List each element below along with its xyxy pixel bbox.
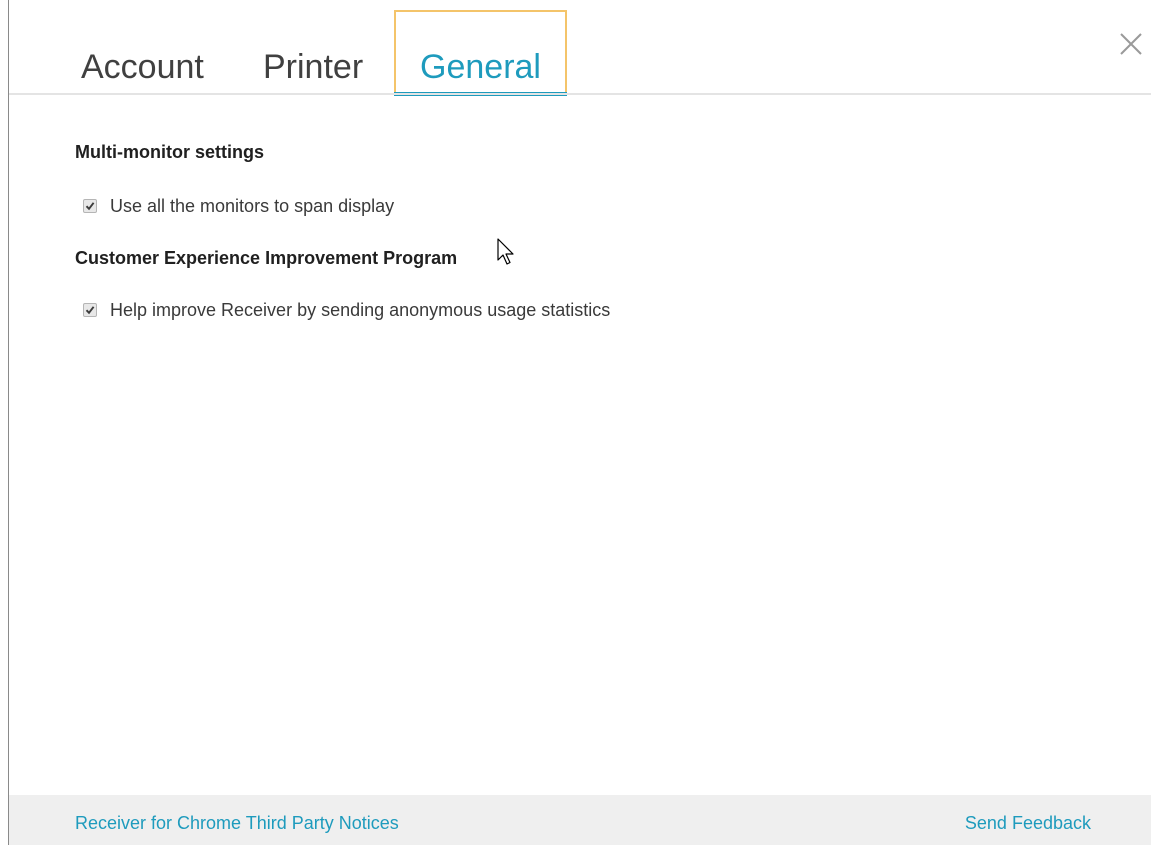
tab-general-label: General — [420, 48, 541, 86]
dialog-footer: Receiver for Chrome Third Party Notices … — [9, 795, 1151, 845]
close-icon — [1120, 33, 1142, 55]
third-party-notices-link[interactable]: Receiver for Chrome Third Party Notices — [75, 813, 399, 834]
tab-printer-label: Printer — [263, 48, 364, 86]
span-monitors-label: Use all the monitors to span display — [110, 196, 395, 216]
ceip-section-title: Customer Experience Improvement Program — [75, 248, 458, 268]
multi-monitor-section-title: Multi-monitor settings — [75, 142, 264, 162]
span-monitors-option[interactable]: Use all the monitors to span display — [83, 192, 1075, 220]
close-button[interactable] — [1117, 30, 1145, 58]
general-settings-panel: Multi-monitor settings Use all the monit… — [75, 140, 1075, 324]
checkmark-icon — [85, 202, 95, 211]
usage-statistics-label: Help improve Receiver by sending anonymo… — [110, 300, 611, 320]
tab-bar: Account Printer General — [9, 10, 1151, 96]
checkmark-icon — [85, 306, 95, 315]
usage-statistics-option[interactable]: Help improve Receiver by sending anonymo… — [83, 296, 1075, 324]
tab-divider — [9, 93, 1151, 95]
tab-account-label: Account — [81, 48, 204, 86]
span-monitors-checkbox[interactable] — [83, 199, 97, 213]
tab-general[interactable]: General — [394, 10, 567, 96]
send-feedback-link[interactable]: Send Feedback — [965, 813, 1091, 834]
tab-account[interactable]: Account — [81, 10, 231, 94]
settings-dialog: Account Printer General Multi-monitor se… — [8, 0, 1151, 845]
tab-printer[interactable]: Printer — [263, 10, 383, 94]
usage-statistics-checkbox[interactable] — [83, 303, 97, 317]
